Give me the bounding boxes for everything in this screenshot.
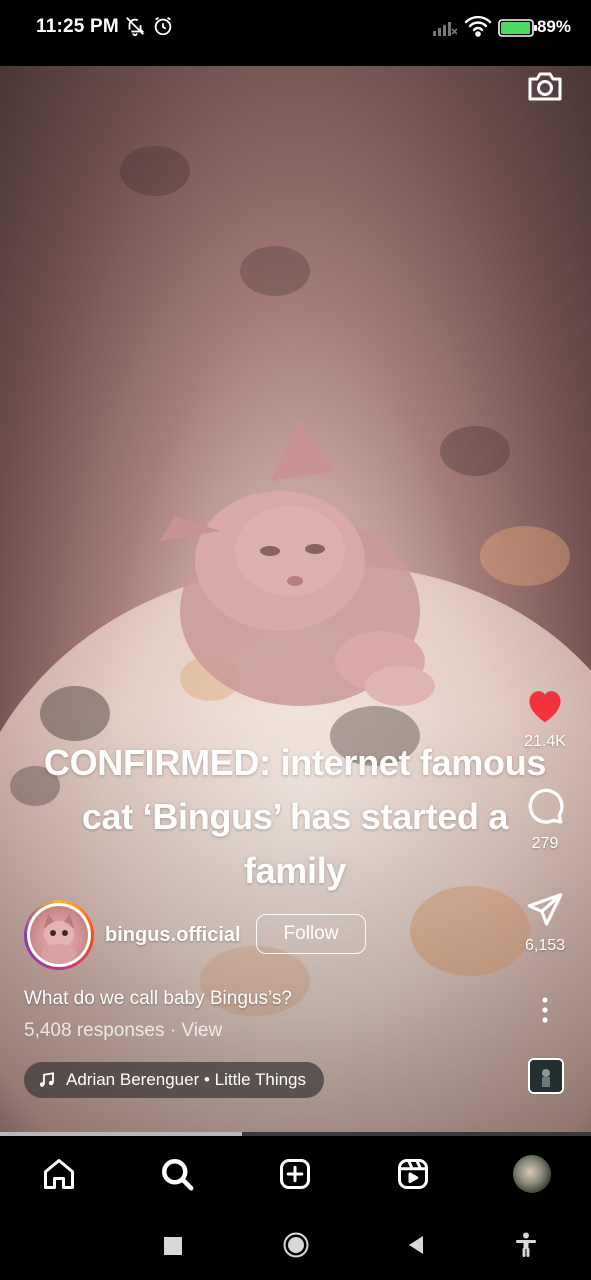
comment-icon[interactable]	[525, 786, 565, 826]
audio-pill[interactable]: Adrian Berenguer • Little Things	[24, 1062, 325, 1098]
notifications-off-icon	[124, 15, 146, 42]
paw-print	[440, 426, 510, 476]
more-options-button[interactable]	[515, 996, 575, 1029]
wifi-icon	[464, 14, 492, 43]
paw-print	[480, 526, 570, 586]
author-username[interactable]: bingus.official	[105, 924, 241, 947]
back-icon[interactable]	[405, 1234, 427, 1261]
reel-caption: CONFIRMED: internet famous cat ‘Bingus’ …	[43, 742, 547, 891]
battery-icon	[498, 19, 538, 42]
alarm-icon	[152, 15, 174, 42]
paw-print	[240, 246, 310, 296]
author-avatar-image	[30, 906, 88, 964]
bottom-nav	[0, 1136, 591, 1212]
paw-print	[120, 146, 190, 196]
reel-video[interactable]	[0, 66, 591, 1132]
audio-title: Adrian Berenguer • Little Things	[66, 1070, 307, 1089]
create-icon[interactable]	[275, 1154, 315, 1194]
heart-icon[interactable]	[524, 686, 566, 724]
responses-link[interactable]: 5,408 responses · View	[24, 1020, 222, 1042]
comment-button[interactable]: 279	[515, 786, 575, 853]
follow-button[interactable]: Follow	[256, 914, 366, 954]
recents-icon[interactable]	[163, 1236, 183, 1261]
accessibility-icon[interactable]	[514, 1232, 538, 1263]
like-count: 21.4K	[524, 733, 566, 750]
like-button[interactable]: 21.4K	[515, 686, 575, 751]
camera-icon[interactable]	[525, 66, 565, 106]
status-time: 11:25 PM	[36, 16, 119, 37]
share-count: 6,153	[524, 937, 566, 954]
share-button[interactable]: 6,153	[515, 890, 575, 955]
comment-count: 279	[531, 835, 559, 852]
profile-avatar[interactable]	[512, 1154, 552, 1194]
home-circle-icon[interactable]	[282, 1231, 310, 1264]
reel-question: What do we call baby Bingus’s?	[24, 988, 292, 1009]
kitten-image	[160, 421, 435, 706]
send-icon[interactable]	[525, 890, 565, 928]
search-icon[interactable]	[157, 1154, 197, 1194]
signal-icon	[433, 18, 458, 41]
more-vertical-icon[interactable]	[540, 996, 550, 1024]
system-nav	[0, 1212, 591, 1280]
home-icon[interactable]	[39, 1154, 79, 1194]
reels-icon[interactable]	[393, 1154, 433, 1194]
status-bar: 11:25 PM 89%	[0, 0, 591, 56]
audio-thumbnail[interactable]	[528, 1058, 564, 1094]
battery-percent: 89%	[536, 17, 571, 36]
author-avatar[interactable]	[24, 900, 94, 970]
music-note-icon	[39, 1072, 54, 1087]
